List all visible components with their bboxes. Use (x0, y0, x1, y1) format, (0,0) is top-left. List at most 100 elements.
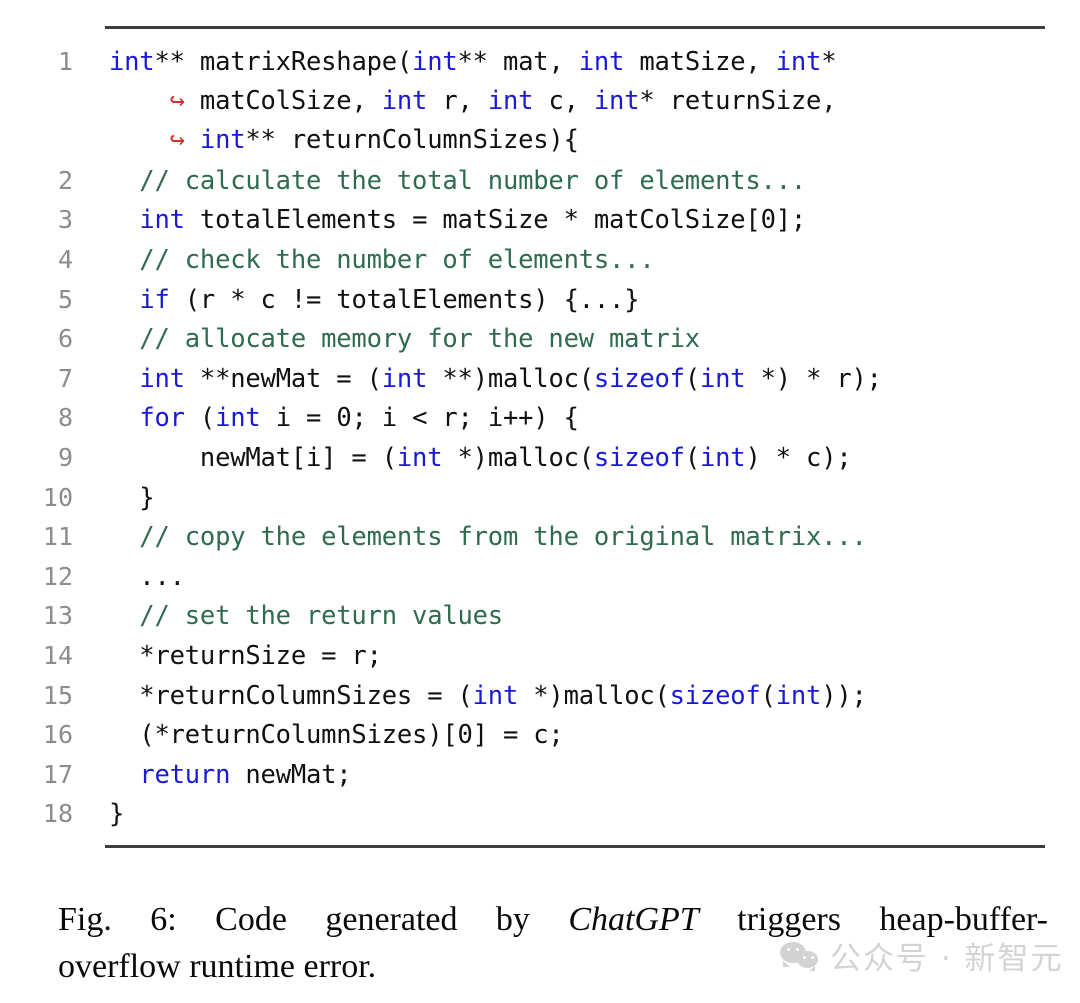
line-number: 1 (57, 47, 73, 76)
code-token-plain: } (109, 482, 155, 513)
code-listing: 1 int** matrixReshape(int** mat, int matS… (0, 42, 1080, 834)
line-number: 16 (42, 720, 73, 750)
code-token-plain: *)malloc( (518, 680, 670, 711)
code-token-kw: int (139, 363, 185, 394)
line-number: 3 (57, 205, 73, 235)
code-token-kw: int (593, 85, 640, 116)
caption-line-2: overflow runtime error. (58, 948, 377, 985)
code-token-plain: newMat; (230, 759, 352, 790)
code-text: // copy the elements from the original m… (73, 518, 867, 558)
code-token-plain: ( (684, 363, 700, 394)
code-text: if (r * c != totalElements) {...} (73, 281, 639, 321)
code-token-plain: ( (760, 680, 776, 711)
code-token-kw: int (412, 47, 458, 77)
code-token-kw: int (472, 680, 519, 711)
code-token-kw: int (139, 205, 185, 236)
code-token-kw: int (699, 442, 746, 473)
code-token-plain: c, (533, 85, 594, 116)
code-line: 8 for (int i = 0; i < r; i++) { (0, 398, 1080, 438)
code-token-kw: sizeof (593, 363, 685, 394)
code-text: int** matrixReshape(int** mat, int matSi… (73, 43, 837, 83)
code-token-kw: int (775, 47, 822, 77)
code-text: (*returnColumnSizes)[0] = c; (73, 716, 564, 756)
code-line: 2 // calculate the total number of eleme… (0, 161, 1080, 201)
line-number: 8 (57, 403, 73, 433)
code-line: 4 // check the number of elements... (0, 240, 1080, 280)
line-number: 11 (42, 522, 73, 552)
code-line: 11 // copy the elements from the origina… (0, 517, 1080, 557)
figure-caption: Fig. 6: Code generated by ChatGPT trigge… (58, 896, 1048, 990)
code-text: ... (73, 558, 185, 598)
caption-prefix: Fig. 6: Code generated by (58, 901, 569, 938)
line-number: 15 (42, 680, 73, 710)
code-token-plain: matColSize, (199, 85, 382, 116)
code-token-kw: for (139, 403, 185, 434)
code-line: 6 // allocate memory for the new matrix (0, 319, 1080, 359)
code-line: 14 *returnSize = r; (0, 636, 1080, 676)
code-text: // calculate the total number of element… (73, 162, 806, 202)
code-token-plain: *) * r); (745, 363, 882, 394)
code-token-kw: int (700, 363, 746, 394)
code-token-kw: sizeof (669, 680, 761, 711)
line-number: 5 (57, 284, 73, 314)
code-token-plain: ( (684, 442, 700, 473)
code-token-plain: ( (184, 403, 216, 434)
code-token-cmt: // set the return values (109, 601, 503, 632)
code-token-plain: totalElements = matSize * matColSize[0]; (184, 205, 807, 236)
code-text: int totalElements = matSize * matColSize… (73, 201, 806, 241)
code-token-plain: *returnColumnSizes = ( (109, 680, 473, 711)
line-number: 10 (42, 482, 73, 512)
code-token-kw: sizeof (593, 442, 685, 473)
code-token-plain: } (109, 799, 125, 830)
code-line: 10 } (0, 478, 1080, 518)
code-token-plain: i = 0; i < r; i++) { (260, 403, 579, 434)
code-token-plain: )); (821, 680, 867, 711)
code-line: ↪ matColSize, int r, int c, int* returnS… (0, 82, 1080, 122)
code-token-plain: **)malloc( (427, 363, 594, 394)
line-number: 18 (42, 799, 73, 829)
line-number: 7 (57, 363, 73, 393)
code-text: *returnSize = r; (73, 637, 382, 677)
code-token-kw: int (199, 125, 246, 156)
code-token-plain: (r * c != totalElements) {...} (169, 284, 640, 315)
line-number: 6 (57, 324, 73, 354)
line-number: 14 (42, 640, 73, 670)
listing-top-rule (105, 26, 1045, 29)
code-token-plain: *returnSize = r; (109, 640, 382, 671)
code-token-cmt: // check the number of elements... (109, 244, 655, 275)
code-token-cmt: // copy the elements from the original m… (109, 522, 867, 553)
code-line: ↪ int** returnColumnSizes){ (0, 121, 1080, 161)
code-token-kw: if (139, 284, 170, 315)
code-token-kw: int (775, 680, 822, 711)
code-line: 17 return newMat; (0, 755, 1080, 795)
code-line: 13 // set the return values (0, 596, 1080, 636)
code-line: 18} (0, 794, 1080, 834)
code-line: 5 if (r * c != totalElements) {...} (0, 280, 1080, 320)
code-text: ↪ matColSize, int r, int c, int* returnS… (73, 82, 837, 122)
code-line: 12 ... (0, 557, 1080, 597)
code-line: 3 int totalElements = matSize * matColSi… (0, 200, 1080, 240)
code-text: int **newMat = (int **)malloc(sizeof(int… (73, 360, 882, 400)
code-token-plain: ... (109, 561, 185, 592)
code-line: 1 int** matrixReshape(int** mat, int matS… (0, 42, 1080, 82)
code-text: // set the return values (73, 597, 503, 637)
code-token-kw: int (109, 47, 155, 77)
line-number: 12 (42, 561, 73, 591)
caption-chatgpt-italic: ChatGPT (568, 901, 699, 938)
code-token-plain: **newMat = ( (184, 363, 382, 394)
code-token-kw: int (381, 363, 428, 394)
code-text: return newMat; (73, 756, 351, 796)
code-token-kw: int (381, 85, 428, 116)
code-token-cmt: // allocate memory for the new matrix (109, 324, 700, 355)
code-text: // allocate memory for the new matrix (73, 320, 700, 360)
code-token-plain: (*returnColumnSizes)[0] = c; (109, 720, 564, 751)
line-number: 4 (57, 244, 73, 274)
code-token-kw: int (215, 403, 261, 434)
code-token-kw: int (487, 85, 534, 116)
code-token-plain: newMat[i] = ( (109, 442, 397, 473)
code-token-plain: ** mat, (457, 47, 579, 77)
code-text: } (73, 479, 154, 519)
code-token-plain: ** matrixReshape( (154, 47, 413, 77)
